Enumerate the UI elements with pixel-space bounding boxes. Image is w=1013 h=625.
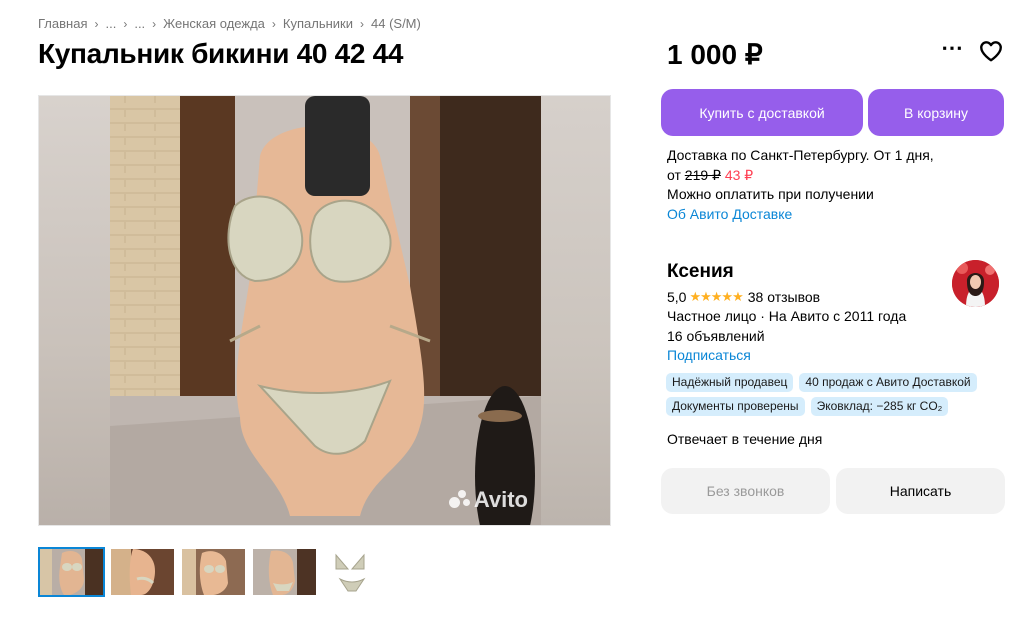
avito-logo-icon [448,489,471,511]
thumbnail-3[interactable] [180,547,247,597]
no-calls-button[interactable]: Без звонков [661,468,830,514]
reviews-count[interactable]: 38 отзывов [748,289,820,305]
chevron-right-icon: › [360,16,364,31]
thumbnail-5-image [324,549,387,595]
rating-value: 5,0 [667,289,687,305]
breadcrumb-swimsuits[interactable]: Купальники [283,16,353,31]
thumbnail-3-image [182,549,245,595]
badge-reliable-seller[interactable]: Надёжный продавец [666,373,794,392]
delivery-new-price: 43 ₽ [724,166,754,183]
thumbnail-strip [38,547,389,597]
delivery-from: от [667,166,681,183]
more-options-icon[interactable]: ⋯ [940,37,964,62]
seller-card: Ксения 5,0 ★★★★★ 38 отзывов Частное лицо… [667,261,906,364]
listing-title: Купальник бикини 40 42 44 [38,38,404,69]
breadcrumb-collapsed-1[interactable]: ... [105,16,116,31]
price: 1 000 ₽ [667,39,763,70]
badge-documents-verified[interactable]: Документы проверены [666,397,805,416]
avatar-image [952,260,999,307]
photo-blur-right [539,96,610,525]
chevron-right-icon: › [123,16,128,31]
avito-watermark: Avito [448,487,528,513]
breadcrumb-collapsed-2[interactable]: ... [134,16,145,31]
watermark-text: Avito [473,487,528,512]
heart-icon [980,41,1002,62]
subscribe-link[interactable]: Подписаться [667,347,906,364]
seller-listings[interactable]: 16 объявлений [667,328,906,345]
delivery-info: Доставка по Санкт-Петербургу. От 1 дня, … [667,146,934,224]
seller-rating: 5,0 ★★★★★ 38 отзывов [667,289,906,305]
write-message-button[interactable]: Написать [836,468,1005,514]
star-rating-icon: ★★★★★ [689,289,743,304]
seller-name[interactable]: Ксения [667,261,906,283]
favorite-heart-icon[interactable] [978,38,1004,64]
chevron-right-icon: › [271,16,276,31]
chevron-right-icon: › [152,16,157,31]
reply-time: Отвечает в течение дня [667,431,823,447]
delivery-price-line: от 219 ₽ 43 ₽ [667,166,934,186]
thumbnail-2[interactable] [109,547,176,597]
cash-on-delivery: Можно оплатить при получении [667,186,874,202]
breadcrumb-womens-clothing[interactable]: Женская одежда [163,16,265,31]
breadcrumb-size[interactable]: 44 (S/M) [371,16,421,31]
breadcrumb-home[interactable]: Главная [38,16,87,31]
avatar[interactable] [952,260,999,307]
delivery-old-price: 219 ₽ [684,166,721,183]
photo-blur-left [39,96,110,525]
seller-badges: Надёжный продавец 40 продаж с Авито Дост… [666,373,986,416]
product-photo-illustration [110,96,541,525]
badge-eco-contribution[interactable]: Эковклад: −285 кг CO₂ [810,397,949,416]
seller-type: Частное лицо · На Авито с 2011 года [667,308,907,324]
avito-delivery-link[interactable]: Об Авито Доставке [667,205,934,225]
thumbnail-4-image [253,549,316,595]
thumbnail-1[interactable] [38,547,105,597]
chevron-right-icon: › [94,16,99,31]
thumbnail-5[interactable] [322,547,389,597]
delivery-line: Доставка по Санкт-Петербургу. От 1 дня, [667,147,934,163]
main-photo[interactable]: Avito [38,95,611,526]
buy-with-delivery-button[interactable]: Купить с доставкой [661,89,863,136]
add-to-cart-button[interactable]: В корзину [868,89,1004,136]
badge-delivery-sales[interactable]: 40 продаж с Авито Доставкой [799,373,977,392]
product-photo [110,96,541,525]
breadcrumb: Главная › ... › ... › Женская одежда › К… [38,16,421,31]
thumbnail-1-image [40,549,103,595]
thumbnail-2-image [111,549,174,595]
thumbnail-4[interactable] [251,547,318,597]
